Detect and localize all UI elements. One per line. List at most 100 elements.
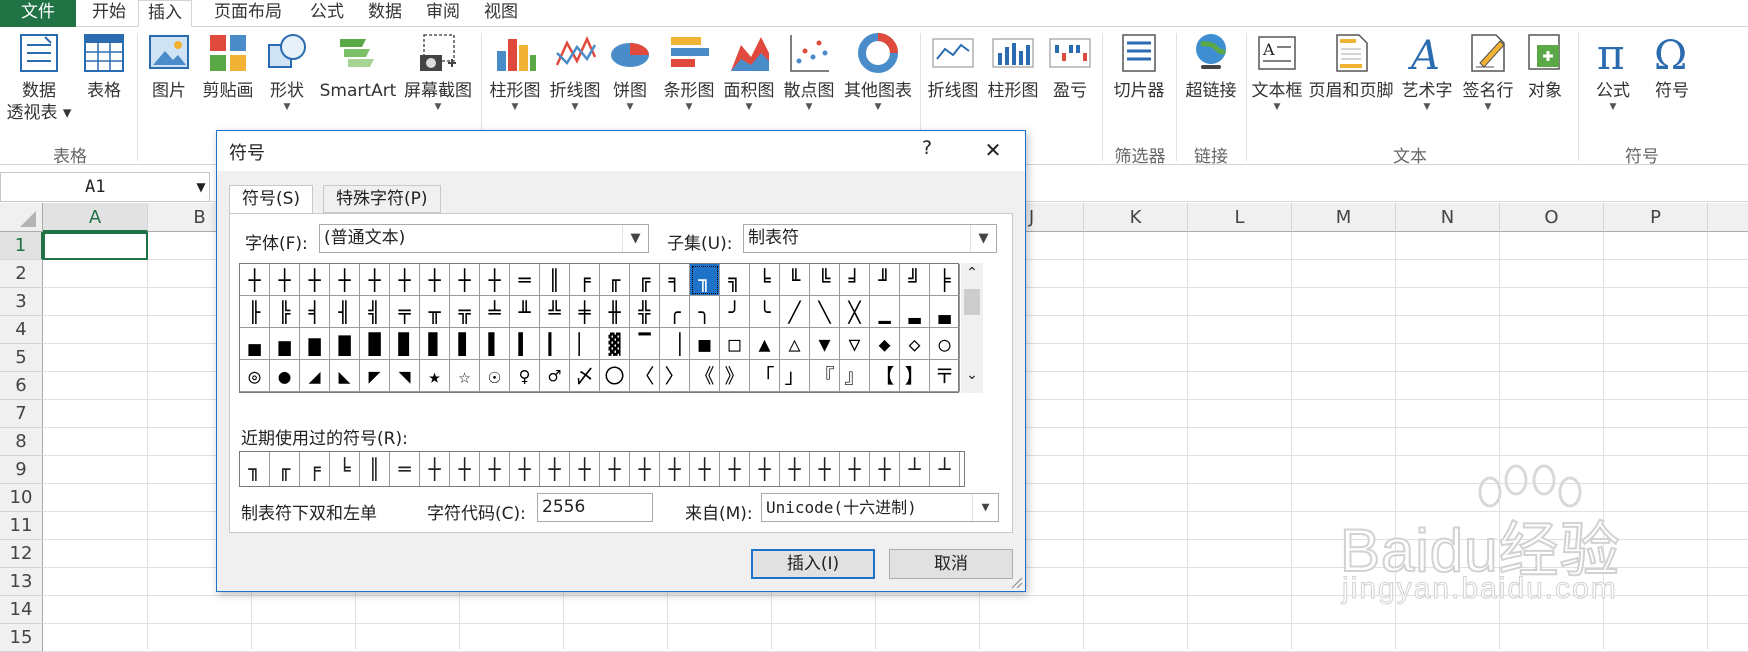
select-all-corner[interactable] — [0, 203, 43, 232]
row-header-7[interactable]: 7 — [0, 400, 43, 428]
symbol-cell[interactable]: ┼ — [300, 264, 330, 296]
symbol-cell[interactable]: ╟ — [240, 296, 270, 328]
column-chart-button[interactable]: 柱形图 ▼ — [486, 31, 544, 112]
active-cell-a1[interactable] — [43, 232, 148, 260]
symbol-cell[interactable]: ═ — [510, 264, 540, 296]
symbol-cell[interactable]: ▅ — [270, 328, 300, 360]
symbol-cell[interactable]: ▊ — [420, 328, 450, 360]
symbol-button[interactable]: Ω 符号 — [1644, 31, 1700, 102]
recent-symbol-cell[interactable]: ┼ — [570, 452, 600, 486]
symbol-cell[interactable]: ▃ — [930, 296, 960, 328]
symbol-cell[interactable]: △ — [780, 328, 810, 360]
row-header-2[interactable]: 2 — [0, 260, 43, 288]
symbol-cell[interactable]: ╫ — [600, 296, 630, 328]
column-header-n[interactable]: N — [1396, 203, 1500, 232]
recent-symbol-cell[interactable]: ┼ — [540, 452, 570, 486]
bar-chart-button[interactable]: 条形图 ▼ — [660, 31, 718, 112]
recent-symbol-cell[interactable]: ╖ — [240, 452, 270, 486]
recent-symbol-cell[interactable]: ┼ — [810, 452, 840, 486]
smartart-button[interactable]: SmartArt — [318, 31, 398, 102]
symbol-cell[interactable]: 【 — [870, 360, 900, 392]
symbol-cell[interactable]: ☉ — [480, 360, 510, 392]
row-header-14[interactable]: 14 — [0, 596, 43, 624]
symbol-cell[interactable]: ▌ — [480, 328, 510, 360]
symbol-cell[interactable]: ╱ — [780, 296, 810, 328]
font-combo[interactable]: (普通文本) ▼ — [319, 224, 649, 253]
symbol-cell[interactable]: ┼ — [360, 264, 390, 296]
signature-line-button[interactable]: 签名行 ▼ — [1458, 31, 1518, 112]
symbol-cell[interactable]: ╦ — [450, 296, 480, 328]
symbol-cell[interactable]: 」 — [780, 360, 810, 392]
symbol-cell[interactable]: ▂ — [900, 296, 930, 328]
cancel-button[interactable]: 取消 — [889, 549, 1013, 579]
recent-symbol-cell[interactable]: ┼ — [720, 452, 750, 486]
symbol-cell[interactable]: ╠ — [270, 296, 300, 328]
menu-home[interactable]: 开始 — [84, 0, 134, 27]
symbol-cell[interactable]: ╤ — [390, 296, 420, 328]
symbol-cell[interactable]: ╚ — [810, 264, 840, 296]
symbol-cell[interactable]: ╢ — [330, 296, 360, 328]
symbol-cell[interactable]: ◇ — [900, 328, 930, 360]
symbol-cell[interactable]: ▔ — [630, 328, 660, 360]
close-icon[interactable]: ✕ — [975, 135, 1011, 165]
recent-symbol-cell[interactable]: ┼ — [870, 452, 900, 486]
tab-special-characters[interactable]: 特殊字符(P) — [323, 185, 441, 213]
symbol-cell[interactable]: ★ — [420, 360, 450, 392]
sparkline-winloss-button[interactable]: 盈亏 — [1044, 31, 1096, 102]
symbol-cell[interactable]: ◥ — [390, 360, 420, 392]
resize-grip-icon[interactable] — [1009, 575, 1023, 589]
clipart-button[interactable]: 剪贴画 — [198, 31, 258, 102]
symbol-cell[interactable]: ╧ — [480, 296, 510, 328]
symbol-grid-scrollbar[interactable]: ⌃ ⌄ — [961, 263, 983, 393]
menu-file[interactable]: 文件 — [0, 0, 76, 27]
object-button[interactable]: 对象 — [1520, 31, 1570, 102]
sparkline-column-button[interactable]: 柱形图 — [984, 31, 1042, 102]
symbol-cell[interactable]: ┼ — [450, 264, 480, 296]
symbol-cell[interactable]: ▍ — [510, 328, 540, 360]
symbol-cell[interactable]: ○ — [930, 328, 960, 360]
table-button[interactable]: 表格 — [78, 31, 130, 102]
row-header-15[interactable]: 15 — [0, 624, 43, 652]
symbol-cell[interactable]: ┼ — [420, 264, 450, 296]
column-header-a[interactable]: A — [43, 203, 148, 232]
symbol-cell[interactable]: ▕ — [660, 328, 690, 360]
column-header-o[interactable]: O — [1500, 203, 1604, 232]
header-footer-button[interactable]: 页眉和页脚 — [1306, 31, 1396, 102]
line-chart-button[interactable]: 折线图 ▼ — [546, 31, 604, 112]
symbol-cell[interactable]: ╙ — [780, 264, 810, 296]
from-combo[interactable]: Unicode(十六进制) ▼ — [761, 493, 999, 522]
symbol-cell[interactable]: ╪ — [570, 296, 600, 328]
row-header-8[interactable]: 8 — [0, 428, 43, 456]
chevron-down-icon[interactable]: ▼ — [622, 225, 648, 252]
symbol-cell[interactable]: ╭ — [660, 296, 690, 328]
symbol-cell[interactable]: ▁ — [870, 296, 900, 328]
symbol-cell[interactable]: ╔ — [630, 264, 660, 296]
symbol-cell[interactable]: ▉ — [390, 328, 420, 360]
symbol-cell[interactable]: ╗ — [720, 264, 750, 296]
menu-formulas[interactable]: 公式 — [300, 0, 354, 27]
column-header-p[interactable]: P — [1604, 203, 1708, 232]
symbol-cell[interactable]: ╝ — [900, 264, 930, 296]
row-header-6[interactable]: 6 — [0, 372, 43, 400]
help-button[interactable]: ? — [913, 137, 941, 159]
subset-combo[interactable]: 制表符 ▼ — [743, 224, 997, 253]
recent-symbol-cell[interactable]: ┼ — [750, 452, 780, 486]
symbol-cell[interactable]: ┼ — [240, 264, 270, 296]
symbol-cell[interactable]: ╕ — [660, 264, 690, 296]
pivot-table-button[interactable]: 数据 透视表 ▾ — [4, 31, 74, 124]
symbol-cell[interactable]: ♂ — [540, 360, 570, 392]
symbol-cell[interactable]: ◣ — [330, 360, 360, 392]
symbol-cell[interactable]: ◤ — [360, 360, 390, 392]
symbol-cell[interactable]: ┼ — [390, 264, 420, 296]
symbol-cell[interactable]: ╳ — [840, 296, 870, 328]
symbol-cell[interactable]: ╨ — [510, 296, 540, 328]
symbol-cell[interactable]: ╥ — [420, 296, 450, 328]
recent-symbol-cell[interactable]: ╘ — [330, 452, 360, 486]
symbol-cell[interactable]: ▄ — [240, 328, 270, 360]
symbol-cell[interactable]: ╰ — [750, 296, 780, 328]
symbol-cell[interactable]: ▽ — [840, 328, 870, 360]
symbol-cell[interactable]: ╮ — [690, 296, 720, 328]
insert-button[interactable]: 插入(I) — [751, 549, 875, 579]
symbol-cell[interactable]: ■ — [690, 328, 720, 360]
row-header-4[interactable]: 4 — [0, 316, 43, 344]
